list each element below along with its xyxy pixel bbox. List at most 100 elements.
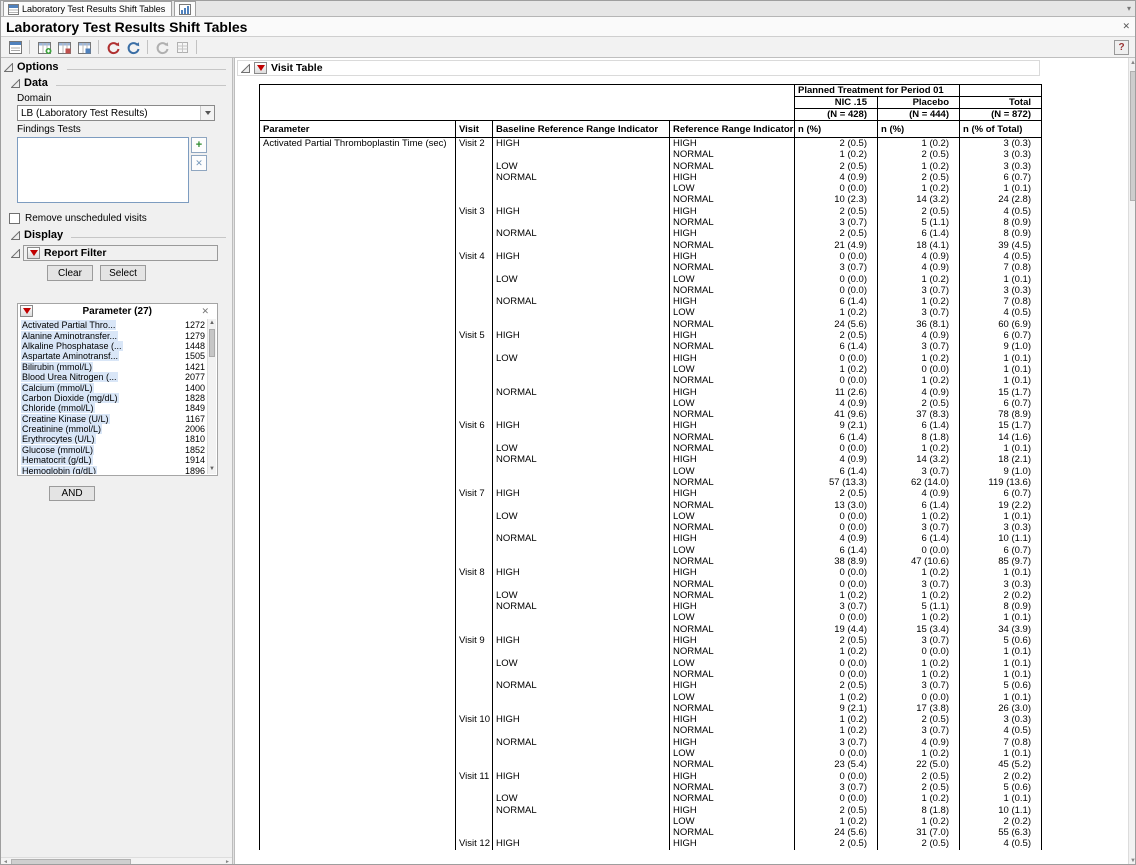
- list-item[interactable]: Hematocrit (g/dL)1914: [19, 455, 207, 465]
- col-visit: Visit: [456, 121, 493, 138]
- list-item[interactable]: Creatinine (mmol/L)2006: [19, 424, 207, 434]
- filter-item-label: Glucose (mmol/L): [21, 445, 94, 455]
- filter-item-count: 1448: [185, 341, 207, 351]
- visit-table-header: Visit Table: [237, 60, 1040, 76]
- clear-button[interactable]: Clear: [47, 265, 93, 281]
- divider: [67, 69, 226, 70]
- report-filter-title: Report Filter: [44, 247, 106, 259]
- red-triangle-menu-icon[interactable]: [254, 62, 267, 74]
- options-header[interactable]: Options: [1, 58, 232, 74]
- collapse-triangle-icon[interactable]: [241, 64, 250, 73]
- red-triangle-menu-icon[interactable]: [20, 305, 33, 317]
- filter-item-label: Chloride (mmol/L): [21, 403, 95, 413]
- remove-unscheduled-checkbox[interactable]: [9, 213, 20, 224]
- report-tab-icon: [8, 4, 19, 15]
- scrollbar-thumb[interactable]: [209, 329, 215, 357]
- list-item[interactable]: Blood Urea Nitrogen (... 2077: [19, 372, 207, 382]
- tab-chart[interactable]: [174, 1, 196, 16]
- remove-tests-button[interactable]: ✕: [191, 155, 207, 171]
- table-row: NORMALHIGH2 (0.5)6 (1.4)8 (0.9): [260, 228, 1042, 239]
- table-row: NORMAL38 (8.9)47 (10.6)85 (9.7): [260, 556, 1042, 567]
- scrollbar-thumb[interactable]: [11, 859, 131, 865]
- table-row: Visit 3HIGHHIGH2 (0.5)2 (0.5)4 (0.5): [260, 206, 1042, 217]
- list-item[interactable]: Aspartate Aminotransf...1505: [19, 351, 207, 361]
- arm1-name: NIC .15: [795, 97, 878, 109]
- filter-item-label: Hemoglobin (g/dL): [21, 466, 97, 474]
- header-blank-cell: [960, 85, 1042, 97]
- scrollbar-thumb[interactable]: [1130, 71, 1136, 201]
- domain-select[interactable]: LB (Laboratory Test Results): [17, 105, 215, 121]
- list-item[interactable]: Alkaline Phosphatase (...1448: [19, 341, 207, 351]
- table-row: LOW4 (0.9)2 (0.5)6 (0.7): [260, 398, 1042, 409]
- filter-item-count: 1272: [185, 320, 207, 330]
- table-row: Visit 5HIGHHIGH2 (0.5)4 (0.9)6 (0.7): [260, 330, 1042, 341]
- list-item[interactable]: Glucose (mmol/L)1852: [19, 445, 207, 455]
- red-triangle-menu-icon[interactable]: [27, 247, 40, 259]
- new-report-icon[interactable]: [6, 39, 24, 56]
- settings-icon-disabled[interactable]: [173, 39, 191, 56]
- collapse-triangle-icon[interactable]: [11, 249, 20, 258]
- help-button[interactable]: ?: [1114, 40, 1129, 55]
- header-blank-cell: [260, 85, 795, 121]
- list-item[interactable]: Hemoglobin (g/dL)1896: [19, 465, 207, 474]
- list-item[interactable]: Creatine Kinase (U/L)1167: [19, 414, 207, 424]
- sidebar-h-scrollbar[interactable]: ◄ ►: [1, 857, 232, 865]
- save-table-icon[interactable]: [55, 39, 73, 56]
- close-icon[interactable]: ✕: [1122, 21, 1130, 32]
- table-row: Visit 9HIGHHIGH2 (0.5)3 (0.7)5 (0.6): [260, 635, 1042, 646]
- table-row: LOW0 (0.0)1 (0.2)1 (0.1): [260, 748, 1042, 759]
- list-item[interactable]: Erythrocytes (U/L)1810: [19, 434, 207, 444]
- data-table-icon[interactable]: [35, 39, 53, 56]
- report-scrollbar[interactable]: ▲ ▼: [1128, 58, 1136, 865]
- findings-tests-listbox[interactable]: [17, 137, 189, 203]
- list-item[interactable]: Alanine Aminotransfer...1279: [19, 330, 207, 340]
- options-panel: Options Data Domain LB (Laboratory Test …: [1, 58, 232, 865]
- and-button[interactable]: AND: [49, 486, 95, 501]
- scroll-up-icon[interactable]: ▲: [1129, 58, 1136, 68]
- table-row: NORMAL57 (13.3)62 (14.0)119 (13.6): [260, 477, 1042, 488]
- table-row: LOW1 (0.2)3 (0.7)4 (0.5): [260, 307, 1042, 318]
- col-n-pct-arm1: n (%): [795, 121, 878, 138]
- list-item[interactable]: Carbon Dioxide (mg/dL)1828: [19, 393, 207, 403]
- table-row: NORMAL0 (0.0)1 (0.2)1 (0.1): [260, 375, 1042, 386]
- table-row: NORMAL19 (4.4)15 (3.4)34 (3.9): [260, 624, 1042, 635]
- col-baseline-rri: Baseline Reference Range Indicator: [493, 121, 670, 138]
- app-window: Laboratory Test Results Shift Tables ▾ L…: [0, 0, 1136, 865]
- table-row: Visit 7HIGHHIGH2 (0.5)4 (0.9)6 (0.7): [260, 488, 1042, 499]
- list-item[interactable]: Bilirubin (mmol/L)1421: [19, 362, 207, 372]
- select-button[interactable]: Select: [100, 265, 146, 281]
- scroll-right-icon[interactable]: ►: [223, 858, 232, 865]
- collapse-triangle-icon: [11, 79, 20, 88]
- tab-shift-tables[interactable]: Laboratory Test Results Shift Tables: [3, 1, 172, 16]
- export-table-icon[interactable]: [75, 39, 93, 56]
- filter-item-count: 2077: [185, 372, 207, 382]
- parameter-filter-list: Activated Partial Thro... 1272Alanine Ami…: [19, 320, 207, 474]
- scroll-down-icon[interactable]: ▼: [208, 465, 216, 474]
- window-list-icon[interactable]: ▾: [1127, 4, 1131, 13]
- col-n-pct-arm2: n (%): [878, 121, 960, 138]
- divider: [71, 237, 226, 238]
- scroll-left-icon[interactable]: ◄: [1, 858, 10, 865]
- rerun-analysis-icon[interactable]: [124, 39, 142, 56]
- list-item[interactable]: Chloride (mmol/L)1849: [19, 403, 207, 413]
- filter-item-label: Blood Urea Nitrogen (...: [21, 372, 118, 382]
- list-item[interactable]: Activated Partial Thro... 1272: [19, 320, 207, 330]
- table-row: NORMAL1 (0.2)2 (0.5)3 (0.3): [260, 149, 1042, 160]
- filter-item-label: Activated Partial Thro...: [21, 320, 116, 330]
- list-item[interactable]: Calcium (mmol/L)1400: [19, 382, 207, 392]
- scroll-down-icon[interactable]: ▼: [1129, 856, 1136, 865]
- filter-item-count: 1914: [185, 455, 207, 465]
- filter-scrollbar[interactable]: ▲ ▼: [207, 319, 216, 474]
- scroll-up-icon[interactable]: ▲: [208, 319, 216, 328]
- display-section-header[interactable]: Display: [1, 226, 232, 242]
- add-tests-button[interactable]: +: [191, 137, 207, 153]
- table-row: NORMAL23 (5.4)22 (5.0)45 (5.2): [260, 759, 1042, 770]
- update-icon-disabled[interactable]: [153, 39, 171, 56]
- close-filter-icon[interactable]: ✕: [201, 306, 209, 317]
- tab-label: Laboratory Test Results Shift Tables: [22, 4, 165, 14]
- remove-unscheduled-label: Remove unscheduled visits: [25, 213, 147, 224]
- table-row: Activated Partial Thromboplastin Time (s…: [260, 138, 1042, 150]
- data-section-header[interactable]: Data: [1, 74, 232, 90]
- refresh-icon[interactable]: [104, 39, 122, 56]
- table-row: NORMAL21 (4.9)18 (4.1)39 (4.5): [260, 240, 1042, 251]
